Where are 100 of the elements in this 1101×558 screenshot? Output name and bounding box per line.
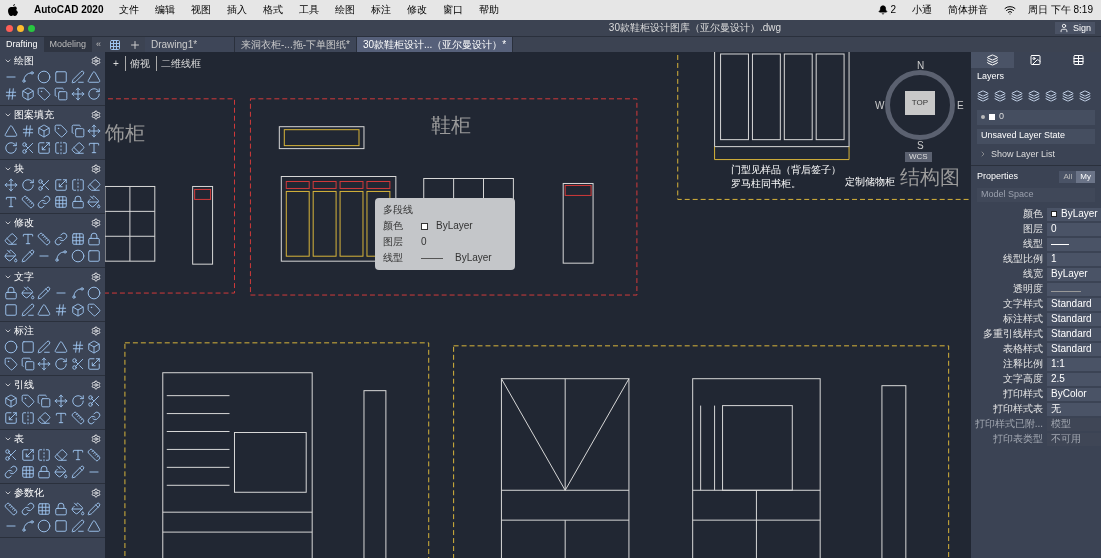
tool-icon[interactable] — [20, 519, 35, 533]
tool-icon[interactable] — [4, 502, 18, 516]
tool-icon[interactable] — [54, 178, 68, 192]
visual-style-menu[interactable]: 二维线框 — [155, 56, 201, 71]
caret-icon[interactable] — [979, 150, 987, 159]
caret-icon[interactable] — [4, 111, 12, 119]
app-menu[interactable]: AutoCAD 2020 — [34, 4, 104, 16]
tool-icon[interactable] — [70, 340, 85, 354]
layer-tool-icon[interactable] — [977, 89, 989, 102]
tool-icon[interactable] — [37, 340, 52, 354]
tool-icon[interactable] — [20, 465, 35, 479]
tool-icon[interactable] — [87, 502, 102, 516]
tool-icon[interactable] — [4, 303, 18, 317]
menu-item[interactable]: 绘图 — [335, 4, 356, 16]
tool-icon[interactable] — [20, 124, 35, 138]
settings-icon[interactable] — [91, 218, 101, 228]
tool-icon[interactable] — [54, 340, 68, 354]
settings-icon[interactable] — [91, 164, 101, 174]
tool-icon[interactable] — [70, 178, 85, 192]
tool-icon[interactable] — [87, 340, 102, 354]
tool-icon[interactable] — [54, 465, 68, 479]
filter-toggle[interactable]: My — [1076, 170, 1095, 183]
tool-icon[interactable] — [87, 195, 102, 209]
property-value-field[interactable]: 2.5 — [1047, 372, 1101, 386]
tool-icon[interactable] — [37, 195, 52, 209]
tool-icon[interactable] — [20, 195, 35, 209]
tool-icon[interactable] — [70, 124, 85, 138]
tool-icon[interactable] — [87, 178, 102, 192]
wifi-icon[interactable] — [1003, 4, 1016, 16]
tool-icon[interactable] — [4, 87, 18, 101]
tool-icon[interactable] — [54, 357, 68, 371]
tool-icon[interactable] — [54, 87, 68, 101]
property-value-field[interactable]: Standard — [1047, 312, 1101, 326]
tool-icon[interactable] — [54, 195, 68, 209]
tool-icon[interactable] — [4, 465, 18, 479]
tool-icon[interactable] — [54, 249, 68, 263]
tool-icon[interactable] — [37, 70, 52, 84]
property-value-field[interactable]: ByColor — [1047, 387, 1101, 401]
tool-icon[interactable] — [87, 70, 102, 84]
layer-tool-icon[interactable] — [994, 89, 1006, 102]
tool-icon[interactable] — [20, 411, 35, 425]
tool-icon[interactable] — [87, 519, 102, 533]
ucs-menu[interactable]: WCS — [905, 152, 932, 162]
tool-icon[interactable] — [20, 141, 35, 155]
tool-icon[interactable] — [20, 87, 35, 101]
property-value-field[interactable]: 无 — [1047, 402, 1101, 416]
panel-title[interactable]: 文字 — [14, 271, 34, 283]
collapse-button[interactable]: « — [92, 37, 106, 52]
sign-in-button[interactable]: Sign — [1055, 22, 1095, 34]
tool-icon[interactable] — [4, 357, 18, 371]
tool-icon[interactable] — [70, 249, 85, 263]
panel-title[interactable]: 绘图 — [14, 55, 34, 67]
caret-icon[interactable] — [4, 273, 12, 281]
tool-icon[interactable] — [20, 340, 35, 354]
bell-icon[interactable] — [878, 5, 889, 15]
tool-icon[interactable] — [37, 394, 52, 408]
tool-icon[interactable] — [54, 124, 68, 138]
input-method[interactable]: 简体拼音 — [947, 4, 988, 16]
tool-icon[interactable] — [37, 411, 52, 425]
tool-icon[interactable] — [70, 411, 85, 425]
file-tab[interactable]: Drawing1* — [145, 37, 235, 52]
layer-tool-icon[interactable] — [1045, 89, 1057, 102]
panel-title[interactable]: 图案填充 — [14, 109, 54, 121]
tool-icon[interactable] — [20, 357, 35, 371]
tool-icon[interactable] — [4, 124, 18, 138]
tool-icon[interactable] — [70, 502, 85, 516]
view-menu[interactable]: 俯视 — [124, 56, 150, 71]
menu-item[interactable]: 编辑 — [155, 4, 176, 16]
tool-icon[interactable] — [37, 448, 52, 462]
tool-icon[interactable] — [54, 394, 68, 408]
tool-icon[interactable] — [4, 411, 18, 425]
workspace-tab[interactable]: Modeling — [43, 37, 93, 52]
file-grid-icon[interactable] — [109, 38, 121, 51]
tool-icon[interactable] — [37, 502, 52, 516]
tool-icon[interactable] — [87, 357, 102, 371]
zoom-button[interactable] — [28, 24, 35, 32]
layers-tab-icon[interactable] — [971, 52, 1014, 68]
tool-icon[interactable] — [87, 303, 102, 317]
tool-icon[interactable] — [37, 357, 52, 371]
tool-icon[interactable] — [87, 448, 102, 462]
property-value-field[interactable]: Standard — [1047, 297, 1101, 311]
tool-icon[interactable] — [37, 303, 52, 317]
property-value-field[interactable]: 1 — [1047, 252, 1101, 266]
tool-icon[interactable] — [54, 411, 68, 425]
tool-icon[interactable] — [54, 232, 68, 246]
tool-icon[interactable] — [20, 448, 35, 462]
tool-icon[interactable] — [87, 141, 102, 155]
tool-icon[interactable] — [70, 195, 85, 209]
show-layer-list[interactable]: Show Layer List — [991, 147, 1056, 161]
panel-title[interactable]: 参数化 — [14, 487, 44, 499]
tool-icon[interactable] — [70, 394, 85, 408]
tool-icon[interactable] — [87, 232, 102, 246]
status-item[interactable]: 小通 — [911, 4, 932, 16]
tool-icon[interactable] — [4, 195, 18, 209]
tool-icon[interactable] — [54, 448, 68, 462]
tool-icon[interactable] — [87, 87, 102, 101]
tool-icon[interactable] — [4, 448, 18, 462]
tool-icon[interactable] — [20, 303, 35, 317]
panel-title[interactable]: 标注 — [14, 325, 34, 337]
scope-dropdown[interactable]: Model Space — [977, 187, 1095, 202]
